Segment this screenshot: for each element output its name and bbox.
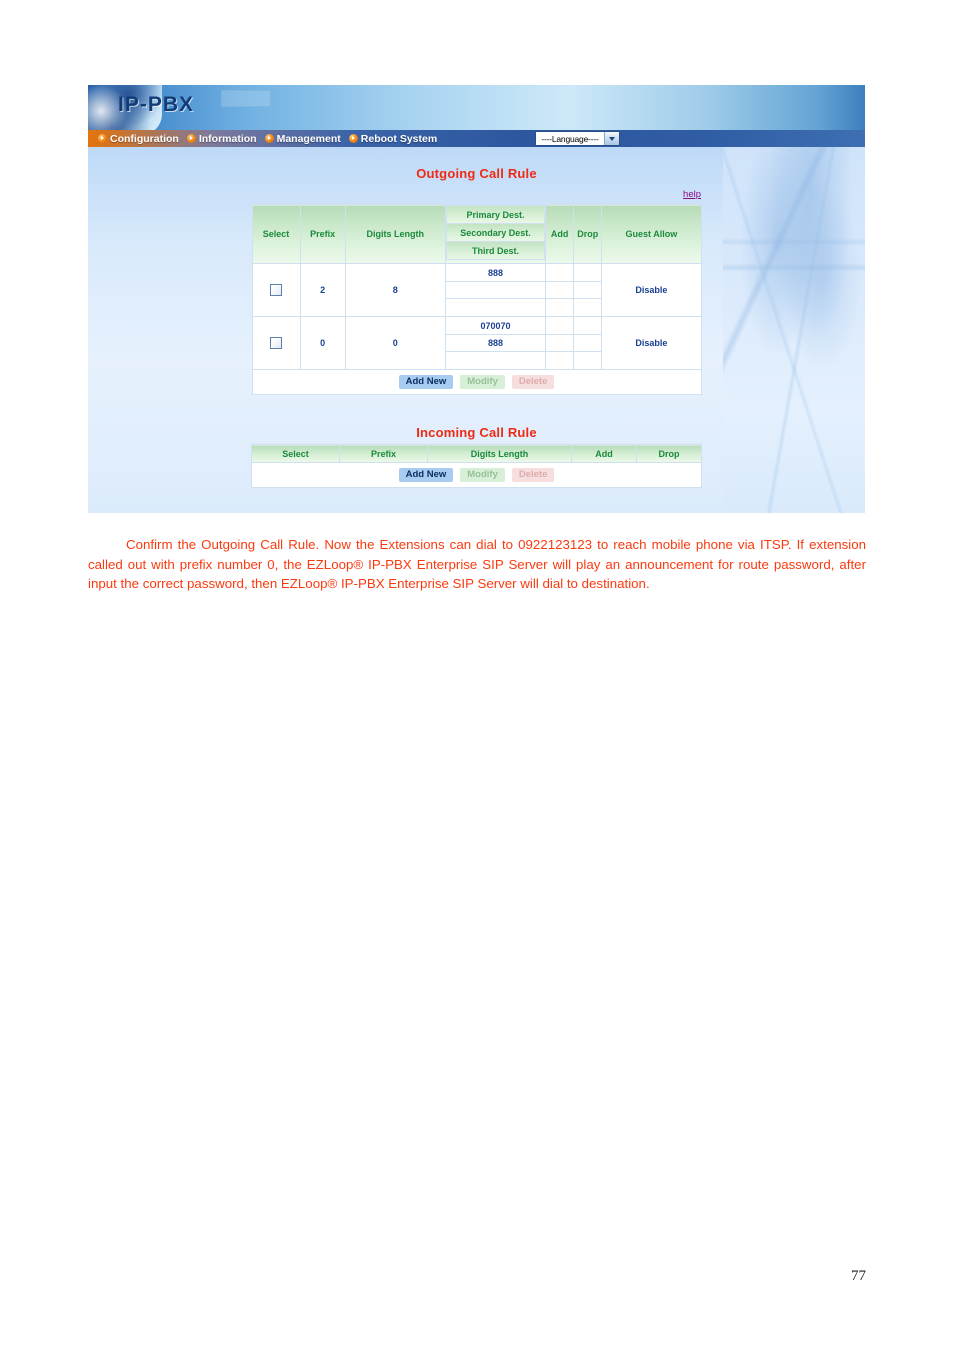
- main-navigation-bar: Configuration Information Management Reb…: [88, 130, 865, 147]
- row-digits-length: 8: [344, 263, 446, 317]
- row-digits-length: 0: [344, 316, 446, 370]
- incoming-add-new-button[interactable]: Add New: [398, 467, 454, 483]
- table-header-row: Select Prefix Digits Length Primary Dest…: [251, 204, 702, 264]
- row-drop-third: [574, 352, 601, 369]
- document-page: IP-PBX Configuration Information Managem…: [0, 0, 954, 1351]
- row-drop-third: [574, 299, 601, 316]
- language-select-value: ----Language----: [536, 132, 604, 145]
- column-header-destinations: Primary Dest. Secondary Dest. Third Dest…: [444, 204, 547, 264]
- outgoing-add-new-button[interactable]: Add New: [398, 374, 454, 390]
- table-row: 2 8 888 Disable: [251, 263, 702, 317]
- incoming-actions-cell: Add New Modify Delete: [251, 462, 702, 488]
- nav-item-configuration[interactable]: Configuration: [88, 133, 179, 145]
- row-prefix: 2: [299, 263, 346, 317]
- ippbx-web-ui-screenshot: IP-PBX Configuration Information Managem…: [88, 85, 865, 513]
- column-header-select: Select: [251, 204, 301, 264]
- table-header-row: Select Prefix Digits Length Add Drop: [251, 444, 702, 463]
- row-secondary-dest: [445, 282, 546, 299]
- row-destinations: 070070 888: [444, 316, 547, 370]
- bullet-arrow-icon: [264, 134, 274, 143]
- page-number: 77: [851, 1268, 866, 1284]
- table-row: 0 0 070070 888 Disable: [251, 316, 702, 370]
- background-watermark-image: [723, 147, 865, 513]
- column-header-add: Add: [571, 444, 637, 463]
- bullet-arrow-icon: [186, 134, 196, 143]
- bullet-arrow-icon: [348, 134, 358, 143]
- nav-item-label: Information: [198, 132, 257, 145]
- nav-item-label: Management: [276, 132, 341, 145]
- row-drop-primary: [574, 265, 602, 282]
- row-select-cell[interactable]: [251, 316, 301, 370]
- row-add-third: [546, 299, 573, 316]
- row-primary-dest: 070070: [445, 318, 546, 335]
- incoming-call-rule-table: Select Prefix Digits Length Add Drop Add…: [251, 444, 702, 488]
- row-secondary-dest: 888: [445, 335, 546, 352]
- column-header-secondary-dest: Secondary Dest.: [445, 223, 546, 242]
- row-add-cell: [545, 263, 575, 317]
- row-add-secondary: [546, 282, 574, 299]
- column-header-digits-length: Digits Length: [427, 444, 572, 463]
- row-select-cell[interactable]: [251, 263, 301, 317]
- row-add-primary: [546, 265, 574, 282]
- nav-item-information[interactable]: Information: [179, 133, 257, 145]
- row-add-primary: [546, 318, 574, 335]
- column-header-drop: Drop: [636, 444, 702, 463]
- app-content-area: Outgoing Call Rule help Select Prefix Di…: [88, 147, 865, 513]
- row-primary-dest: 888: [445, 265, 546, 282]
- row-destinations: 888: [444, 263, 547, 317]
- row-add-secondary: [546, 335, 574, 352]
- table-actions-row: Add New Modify Delete: [251, 369, 702, 395]
- row-guest-allow: Disable: [601, 316, 702, 370]
- row-prefix: 0: [299, 316, 346, 370]
- column-header-guest-allow: Guest Allow: [601, 204, 702, 264]
- column-header-digits-length: Digits Length: [344, 204, 446, 264]
- incoming-modify-button[interactable]: Modify: [460, 467, 505, 483]
- outgoing-modify-button[interactable]: Modify: [460, 374, 505, 390]
- nav-item-management[interactable]: Management: [257, 133, 341, 145]
- nav-item-label: Configuration: [110, 132, 179, 145]
- column-header-primary-dest: Primary Dest.: [445, 205, 546, 224]
- app-logo: IP-PBX: [118, 93, 195, 116]
- row-drop-cell: [573, 263, 603, 317]
- row-drop-secondary: [574, 282, 602, 299]
- outgoing-call-rule-table: Select Prefix Digits Length Primary Dest…: [251, 204, 702, 395]
- outgoing-actions-cell: Add New Modify Delete: [251, 369, 702, 395]
- incoming-call-rule-title: Incoming Call Rule: [416, 425, 537, 440]
- row-third-dest: [446, 299, 545, 316]
- row-add-third: [546, 352, 573, 369]
- nav-item-label: Reboot System: [360, 132, 438, 145]
- row-drop-primary: [574, 318, 602, 335]
- column-header-third-dest: Third Dest.: [445, 241, 546, 260]
- column-header-add: Add: [545, 204, 575, 264]
- column-header-drop: Drop: [573, 204, 603, 264]
- row-select-checkbox[interactable]: [270, 284, 283, 296]
- help-row: help: [251, 184, 702, 202]
- help-link[interactable]: help: [683, 189, 701, 200]
- row-third-dest: [446, 352, 545, 369]
- header-decorative-box: [221, 90, 271, 107]
- row-drop-secondary: [574, 335, 602, 352]
- row-select-checkbox[interactable]: [270, 337, 283, 349]
- chevron-down-icon[interactable]: [604, 132, 619, 145]
- language-select[interactable]: ----Language----: [535, 131, 620, 146]
- nav-item-reboot-system[interactable]: Reboot System: [341, 133, 437, 145]
- column-header-select: Select: [251, 444, 340, 463]
- column-header-prefix: Prefix: [299, 204, 346, 264]
- table-actions-row: Add New Modify Delete: [251, 462, 702, 488]
- bullet-arrow-icon: [98, 134, 107, 143]
- incoming-delete-button[interactable]: Delete: [511, 467, 555, 483]
- app-header-banner: IP-PBX: [88, 85, 865, 130]
- row-add-cell: [545, 316, 575, 370]
- incoming-action-buttons: Add New Modify Delete: [252, 463, 701, 487]
- row-drop-cell: [573, 316, 603, 370]
- outgoing-action-buttons: Add New Modify Delete: [253, 370, 701, 394]
- column-header-prefix: Prefix: [339, 444, 428, 463]
- outgoing-delete-button[interactable]: Delete: [511, 374, 555, 390]
- outgoing-call-rule-title: Outgoing Call Rule: [416, 166, 537, 181]
- row-guest-allow: Disable: [601, 263, 702, 317]
- body-paragraph: Confirm the Outgoing Call Rule. Now the …: [88, 537, 866, 591]
